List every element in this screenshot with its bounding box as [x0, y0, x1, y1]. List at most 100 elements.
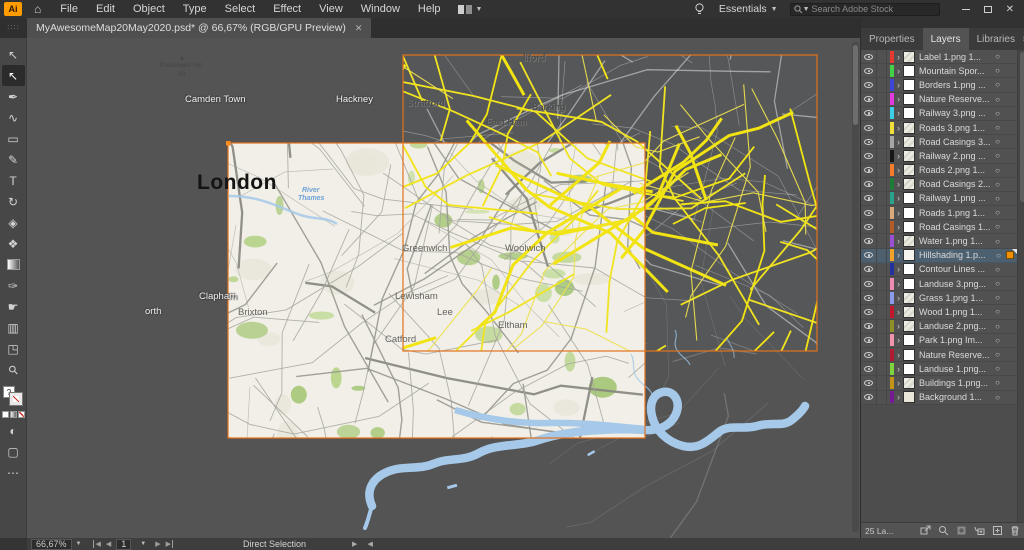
color-button[interactable] — [2, 411, 9, 418]
paintbrush-tool[interactable]: ✎ — [2, 149, 25, 170]
new-layer-icon[interactable] — [992, 525, 1003, 536]
adobe-stock-searchbox[interactable]: ▼ — [790, 3, 940, 16]
layer-row[interactable]: ›Railway 1.png ...○ — [861, 192, 1017, 206]
expand-chevron-icon[interactable]: › — [894, 108, 903, 118]
target-circle-icon[interactable]: ○ — [991, 364, 1005, 373]
artboard-canvas[interactable]: ▲Parliament Hill93Camden TownHackneyIlfo… — [27, 38, 860, 538]
lock-toggle[interactable] — [877, 362, 887, 375]
expand-chevron-icon[interactable]: › — [894, 321, 903, 331]
layer-row[interactable]: ›Roads 1.png 1...○ — [861, 206, 1017, 220]
lock-toggle[interactable] — [877, 149, 887, 162]
collect-for-export-icon[interactable] — [920, 525, 931, 536]
screen-mode-button[interactable]: ▢ — [2, 441, 25, 462]
layer-row[interactable]: ›Railway 2.png ...○ — [861, 149, 1017, 163]
canvas-vertical-scrollbar[interactable] — [852, 42, 859, 532]
lock-toggle[interactable] — [877, 206, 887, 219]
expand-chevron-icon[interactable]: › — [894, 335, 903, 345]
document-tab[interactable]: MyAwesomeMap20May2020.psd* @ 66,67% (RGB… — [27, 18, 371, 38]
layer-row[interactable]: ›Grass 1.png 1...○ — [861, 291, 1017, 305]
expand-chevron-icon[interactable]: › — [894, 179, 903, 189]
visibility-eye-icon[interactable] — [861, 206, 877, 219]
target-circle-icon[interactable]: ○ — [991, 52, 1005, 61]
visibility-eye-icon[interactable] — [861, 291, 877, 304]
gradient-tool[interactable] — [2, 254, 25, 275]
draw-mode-button[interactable]: ◐ — [2, 420, 25, 441]
layer-row[interactable]: ›Road Casings 2...○ — [861, 178, 1017, 192]
target-circle-icon[interactable]: ○ — [991, 166, 1005, 175]
target-circle-icon[interactable]: ○ — [992, 251, 1006, 260]
layer-row[interactable]: ›Contour Lines ...○ — [861, 263, 1017, 277]
expand-chevron-icon[interactable]: › — [894, 193, 903, 203]
visibility-eye-icon[interactable] — [861, 348, 877, 361]
lock-toggle[interactable] — [877, 249, 887, 262]
layer-row[interactable]: ›Roads 3.png 1...○ — [861, 121, 1017, 135]
panel-tab-layers[interactable]: Layers — [923, 28, 969, 50]
target-circle-icon[interactable]: ○ — [991, 350, 1005, 359]
layer-thumbnail[interactable] — [903, 363, 915, 375]
target-circle-icon[interactable]: ○ — [991, 336, 1005, 345]
clipping-mask-icon[interactable] — [956, 525, 967, 536]
type-tool[interactable]: T — [2, 170, 25, 191]
target-circle-icon[interactable]: ○ — [991, 180, 1005, 189]
layers-scrollbar[interactable] — [1017, 50, 1024, 522]
stroke-swatch[interactable] — [10, 393, 22, 405]
menu-select[interactable]: Select — [216, 3, 265, 15]
eyedropper-tool[interactable]: ✑ — [2, 275, 25, 296]
target-circle-icon[interactable]: ○ — [991, 393, 1005, 402]
lock-toggle[interactable] — [877, 277, 887, 290]
lock-toggle[interactable] — [877, 64, 887, 77]
panel-tab-properties[interactable]: Properties — [861, 28, 923, 50]
visibility-eye-icon[interactable] — [861, 93, 877, 106]
visibility-eye-icon[interactable] — [861, 220, 877, 233]
target-circle-icon[interactable]: ○ — [991, 194, 1005, 203]
layer-name[interactable]: Nature Reserve... — [919, 94, 991, 104]
menu-help[interactable]: Help — [409, 3, 450, 15]
layer-row[interactable]: ›Hillshading 1.p...○ — [861, 249, 1017, 263]
layer-row[interactable]: ›Roads 2.png 1...○ — [861, 164, 1017, 178]
layer-row[interactable]: ›Water 1.png 1...○ — [861, 234, 1017, 248]
visibility-eye-icon[interactable] — [861, 78, 877, 91]
layer-thumbnail[interactable] — [903, 51, 915, 63]
menu-effect[interactable]: Effect — [264, 3, 310, 15]
visibility-eye-icon[interactable] — [861, 164, 877, 177]
expand-chevron-icon[interactable]: › — [894, 80, 903, 90]
expand-chevron-icon[interactable]: › — [894, 165, 903, 175]
target-circle-icon[interactable]: ○ — [991, 66, 1005, 75]
app-logo-icon[interactable]: Ai — [4, 2, 22, 16]
layer-name[interactable]: Contour Lines ... — [919, 264, 991, 274]
visibility-eye-icon[interactable] — [861, 121, 877, 134]
menu-window[interactable]: Window — [352, 3, 409, 15]
artboard-number-field[interactable]: 1 — [116, 539, 131, 550]
target-circle-icon[interactable]: ○ — [991, 80, 1005, 89]
layer-name[interactable]: Park 1.png Im... — [919, 335, 991, 345]
search-input[interactable] — [812, 4, 936, 14]
lock-toggle[interactable] — [877, 348, 887, 361]
next-artboard-button[interactable]: ▶ — [155, 540, 160, 548]
layer-name[interactable]: Road Casings 1... — [919, 222, 991, 232]
layer-thumbnail[interactable] — [903, 235, 915, 247]
target-circle-icon[interactable]: ○ — [991, 322, 1005, 331]
expand-chevron-icon[interactable]: › — [894, 350, 903, 360]
lock-toggle[interactable] — [877, 234, 887, 247]
layer-thumbnail[interactable] — [903, 306, 915, 318]
expand-chevron-icon[interactable]: › — [894, 264, 903, 274]
first-artboard-button[interactable]: ◀ — [93, 540, 100, 548]
layer-name[interactable]: Nature Reserve... — [919, 350, 991, 360]
menu-edit[interactable]: Edit — [87, 3, 124, 15]
lock-toggle[interactable] — [877, 164, 887, 177]
visibility-eye-icon[interactable] — [861, 135, 877, 148]
fill-stroke-control[interactable]: ? — [2, 385, 24, 407]
layer-row[interactable]: ›Mountain Spor...○ — [861, 64, 1017, 78]
panel-tab-libraries[interactable]: Libraries — [969, 28, 1023, 50]
lock-toggle[interactable] — [877, 78, 887, 91]
curvature-tool[interactable]: ∿ — [2, 107, 25, 128]
rectangle-tool[interactable]: ▭ — [2, 128, 25, 149]
lock-toggle[interactable] — [877, 93, 887, 106]
target-circle-icon[interactable]: ○ — [991, 137, 1005, 146]
more-tools-button[interactable]: ⋯ — [2, 462, 25, 483]
layer-thumbnail[interactable] — [903, 79, 915, 91]
layer-name[interactable]: Buildings 1.png... — [919, 378, 991, 388]
discover-lightbulb-icon[interactable] — [694, 3, 705, 16]
expand-chevron-icon[interactable]: › — [894, 222, 903, 232]
layer-thumbnail[interactable] — [903, 263, 915, 275]
